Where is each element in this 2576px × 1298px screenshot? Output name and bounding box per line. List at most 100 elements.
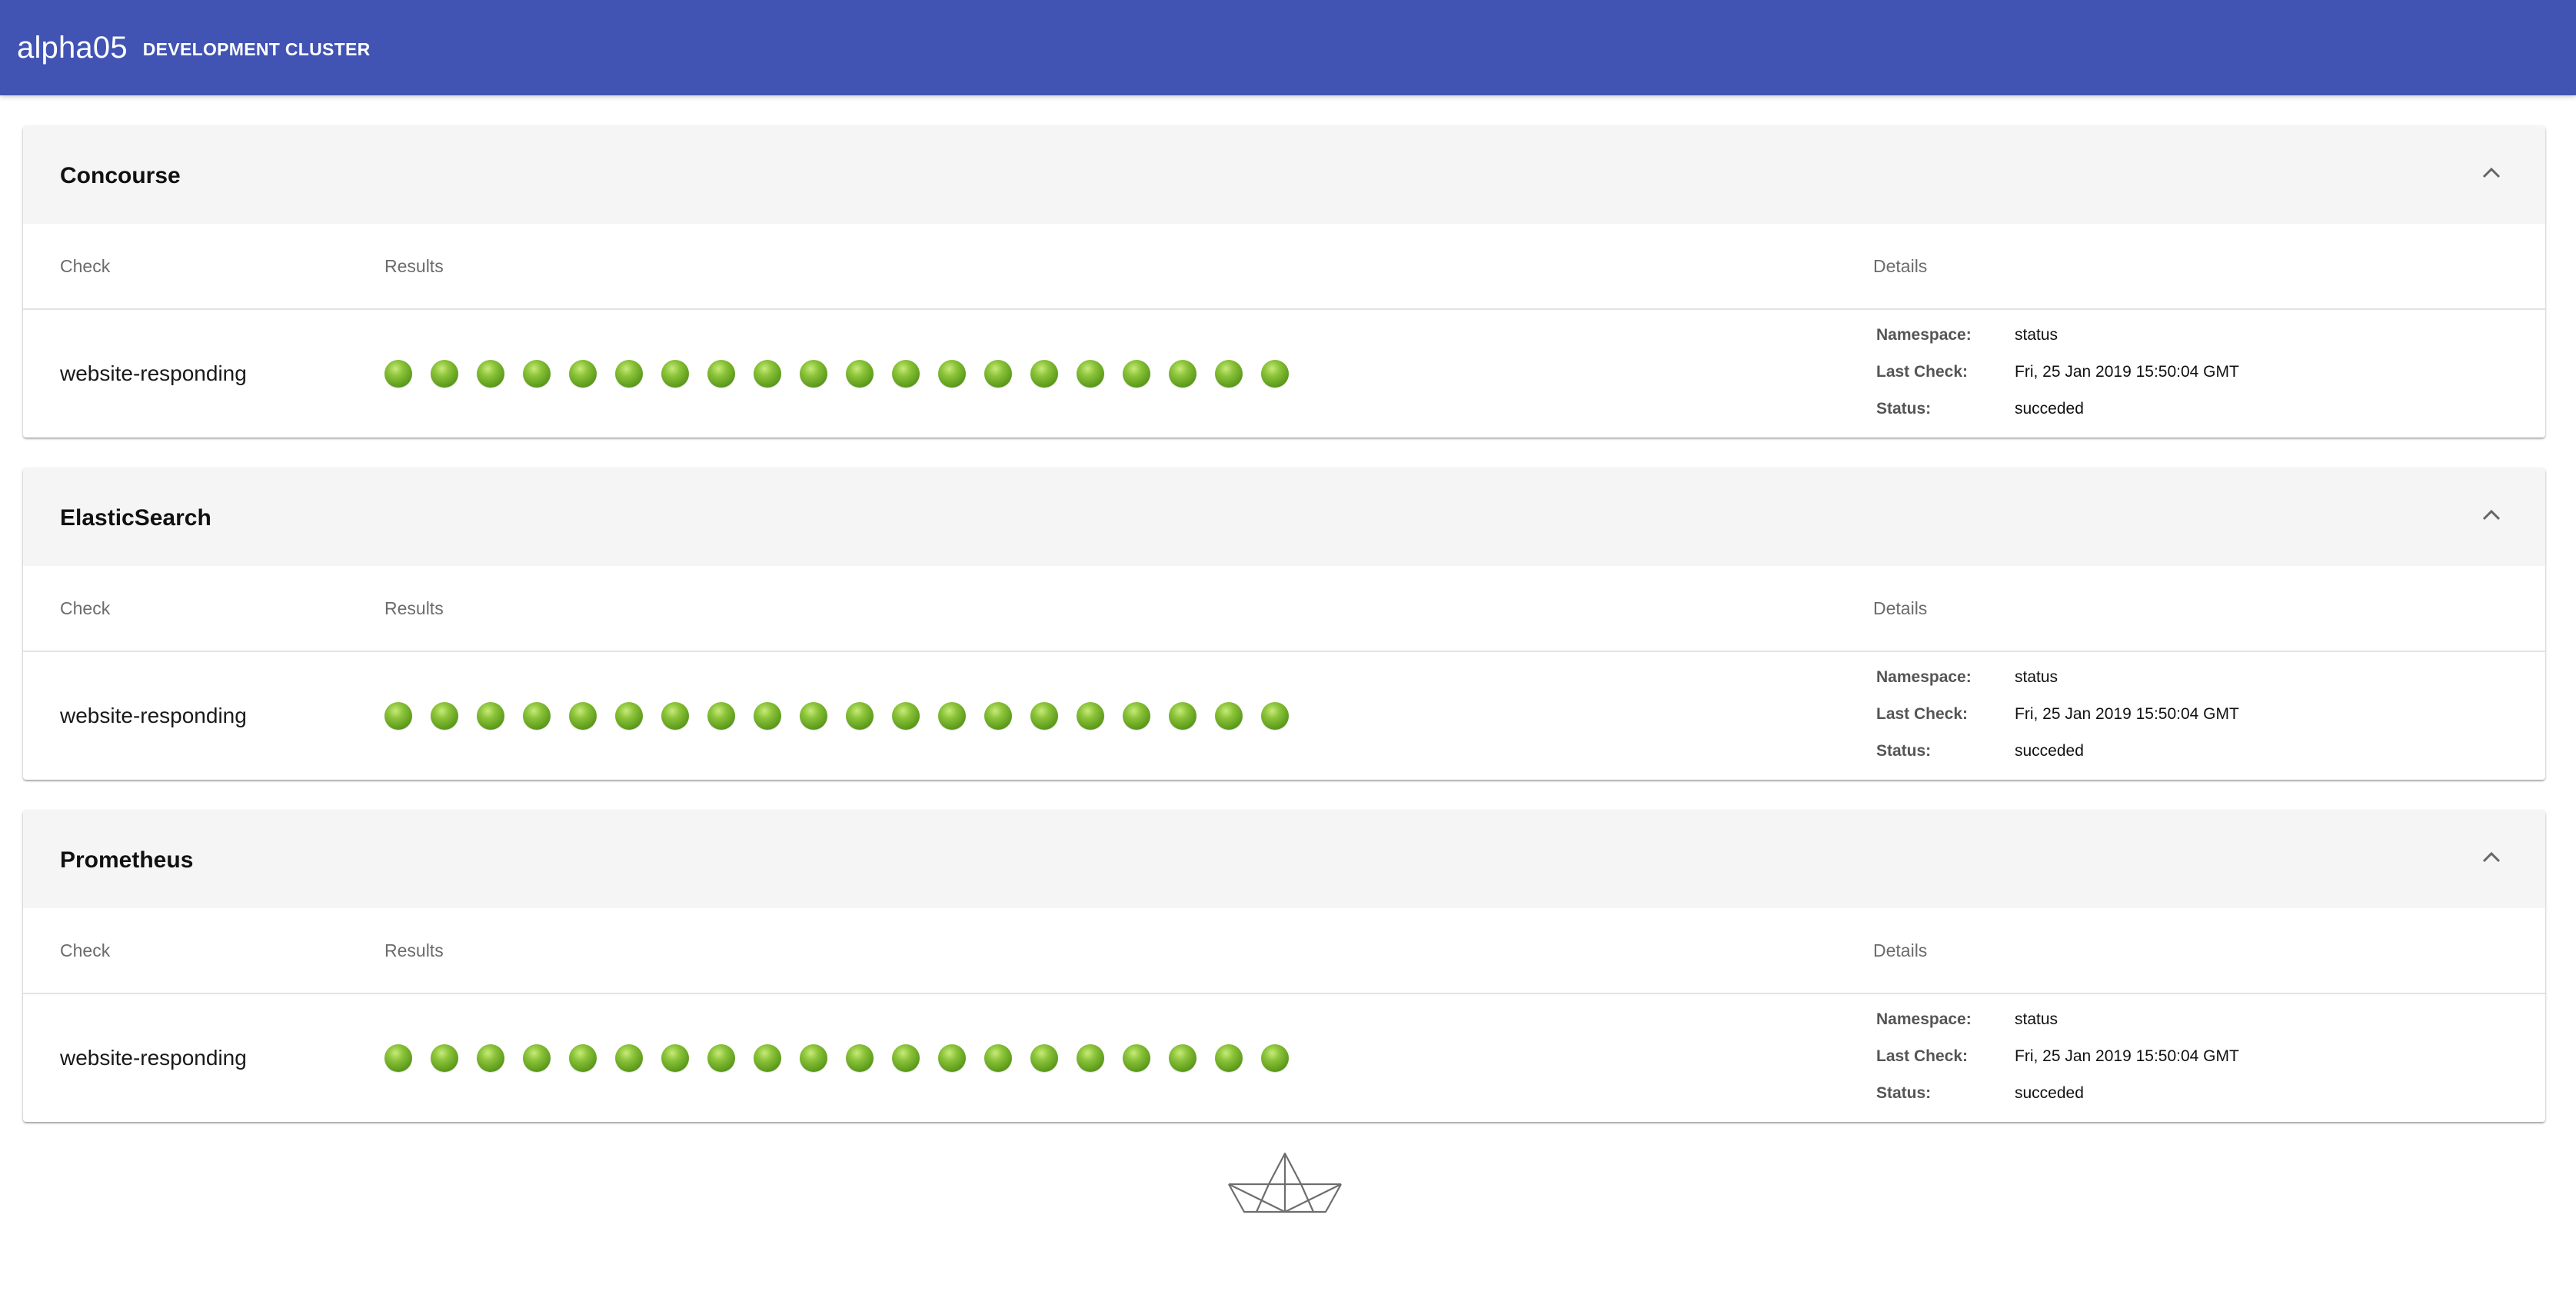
result-dot-ok[interactable] <box>1215 360 1243 388</box>
result-dot-ok[interactable] <box>384 360 412 388</box>
result-dot-ok[interactable] <box>569 360 597 388</box>
result-dot-ok[interactable] <box>754 1044 781 1072</box>
table-row: website-responding Namespace: status Las… <box>23 994 2545 1122</box>
result-dot-ok[interactable] <box>846 702 874 730</box>
result-dot-ok[interactable] <box>800 702 827 730</box>
result-dot-ok[interactable] <box>800 1044 827 1072</box>
result-dot-ok[interactable] <box>1077 360 1104 388</box>
result-dot-ok[interactable] <box>1030 360 1058 388</box>
status-label: Status: <box>1876 1084 1932 1102</box>
result-dot-ok[interactable] <box>984 1044 1012 1072</box>
results-dots <box>384 1044 1289 1072</box>
expansion-panel-concourse: Concourse Check Results Details website-… <box>23 126 2545 438</box>
expansion-panel-elasticsearch: ElasticSearch Check Results Details webs… <box>23 468 2545 780</box>
result-dot-ok[interactable] <box>1123 702 1150 730</box>
namespace-value: status <box>2015 668 2058 686</box>
results-dots <box>384 702 1289 730</box>
table-row: website-responding Namespace: status Las… <box>23 310 2545 438</box>
result-dot-ok[interactable] <box>615 1044 643 1072</box>
column-header-details: Details <box>1873 255 1928 276</box>
table-header: Check Results Details <box>23 566 2545 652</box>
namespace-label: Namespace: <box>1876 326 1972 344</box>
result-dot-ok[interactable] <box>1169 702 1196 730</box>
result-dot-ok[interactable] <box>569 702 597 730</box>
panel-title: Concourse <box>60 162 181 188</box>
column-header-check: Check <box>60 597 111 618</box>
result-dot-ok[interactable] <box>938 702 966 730</box>
result-dot-ok[interactable] <box>1030 1044 1058 1072</box>
result-dot-ok[interactable] <box>938 360 966 388</box>
chevron-up-icon[interactable] <box>2474 155 2508 189</box>
result-dot-ok[interactable] <box>477 360 504 388</box>
result-dot-ok[interactable] <box>523 1044 551 1072</box>
chevron-up-icon[interactable] <box>2474 840 2508 874</box>
result-dot-ok[interactable] <box>1169 360 1196 388</box>
column-header-check: Check <box>60 940 111 960</box>
result-dot-ok[interactable] <box>384 702 412 730</box>
result-dot-ok[interactable] <box>800 360 827 388</box>
result-dot-ok[interactable] <box>661 702 689 730</box>
result-dot-ok[interactable] <box>1261 702 1289 730</box>
result-dot-ok[interactable] <box>1261 360 1289 388</box>
namespace-value: status <box>2015 326 2058 344</box>
result-dot-ok[interactable] <box>1169 1044 1196 1072</box>
result-dot-ok[interactable] <box>984 360 1012 388</box>
panel-header[interactable]: Concourse <box>23 126 2545 224</box>
result-dot-ok[interactable] <box>1123 1044 1150 1072</box>
result-dot-ok[interactable] <box>892 360 920 388</box>
result-dot-ok[interactable] <box>477 702 504 730</box>
column-header-details: Details <box>1873 940 1928 960</box>
result-dot-ok[interactable] <box>661 1044 689 1072</box>
last-check-label: Last Check: <box>1876 705 1969 723</box>
last-check-value: Fri, 25 Jan 2019 15:50:04 GMT <box>2015 705 2239 723</box>
result-dot-ok[interactable] <box>846 360 874 388</box>
table-header: Check Results Details <box>23 908 2545 994</box>
results-dots <box>384 360 1289 388</box>
result-dot-ok[interactable] <box>707 1044 735 1072</box>
app-title: alpha05 <box>17 30 128 65</box>
result-dot-ok[interactable] <box>615 702 643 730</box>
panel-header[interactable]: ElasticSearch <box>23 468 2545 566</box>
result-dot-ok[interactable] <box>1030 702 1058 730</box>
namespace-value: status <box>2015 1010 2058 1028</box>
result-dot-ok[interactable] <box>1215 1044 1243 1072</box>
result-dot-ok[interactable] <box>431 702 458 730</box>
result-dot-ok[interactable] <box>707 702 735 730</box>
status-label: Status: <box>1876 742 1932 760</box>
result-dot-ok[interactable] <box>477 1044 504 1072</box>
result-dot-ok[interactable] <box>754 360 781 388</box>
column-header-check: Check <box>60 255 111 276</box>
result-dot-ok[interactable] <box>431 360 458 388</box>
result-dot-ok[interactable] <box>569 1044 597 1072</box>
result-dot-ok[interactable] <box>938 1044 966 1072</box>
details-block: Namespace: status Last Check: Fri, 25 Ja… <box>1876 324 2239 421</box>
panel-header[interactable]: Prometheus <box>23 810 2545 908</box>
status-value: succeded <box>2015 742 2084 760</box>
result-dot-ok[interactable] <box>661 360 689 388</box>
result-dot-ok[interactable] <box>431 1044 458 1072</box>
cluster-subtitle: DEVELOPMENT CLUSTER <box>142 38 371 59</box>
panel-title: ElasticSearch <box>60 504 211 531</box>
result-dot-ok[interactable] <box>846 1044 874 1072</box>
last-check-label: Last Check: <box>1876 363 1969 381</box>
result-dot-ok[interactable] <box>1215 702 1243 730</box>
result-dot-ok[interactable] <box>523 702 551 730</box>
result-dot-ok[interactable] <box>754 702 781 730</box>
result-dot-ok[interactable] <box>1077 1044 1104 1072</box>
result-dot-ok[interactable] <box>707 360 735 388</box>
result-dot-ok[interactable] <box>384 1044 412 1072</box>
check-name: website-responding <box>60 361 247 385</box>
table-header: Check Results Details <box>23 224 2545 310</box>
result-dot-ok[interactable] <box>892 1044 920 1072</box>
result-dot-ok[interactable] <box>1261 1044 1289 1072</box>
status-value: succeded <box>2015 400 2084 418</box>
result-dot-ok[interactable] <box>1123 360 1150 388</box>
result-dot-ok[interactable] <box>1077 702 1104 730</box>
result-dot-ok[interactable] <box>892 702 920 730</box>
result-dot-ok[interactable] <box>523 360 551 388</box>
expansion-panel-prometheus: Prometheus Check Results Details website… <box>23 810 2545 1122</box>
result-dot-ok[interactable] <box>615 360 643 388</box>
chevron-up-icon[interactable] <box>2474 498 2508 531</box>
result-dot-ok[interactable] <box>984 702 1012 730</box>
main-content: Concourse Check Results Details website-… <box>0 95 2576 1122</box>
